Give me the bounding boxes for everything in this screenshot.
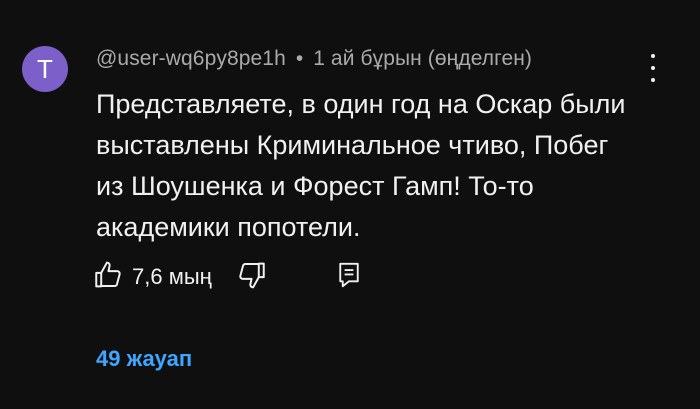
- like-count: 7,6 мың: [132, 264, 212, 289]
- avatar[interactable]: T: [22, 46, 68, 92]
- comment-time[interactable]: 1 ай бұрын (өңделген): [313, 47, 532, 70]
- comment-text-line: академики попотели.: [96, 212, 361, 242]
- reply-button[interactable]: [334, 258, 364, 292]
- thumbs-down-icon: [239, 262, 265, 289]
- view-replies-link[interactable]: 49 жауап: [96, 346, 192, 372]
- thumbs-up-icon: [95, 261, 121, 288]
- comment-thread: T @user-wq6py8pe1h • 1 ай бұрын (өңделге…: [0, 0, 700, 409]
- comment-text-line: выставлены Криминальное чтиво, Побег: [96, 130, 609, 160]
- comment-text: Представляете, в один год на Оскар были …: [96, 84, 636, 248]
- separator-dot: •: [295, 47, 304, 70]
- comment-icon: [339, 262, 359, 288]
- avatar-letter: T: [37, 53, 53, 84]
- dislike-button[interactable]: [234, 258, 268, 292]
- more-vertical-icon[interactable]: [641, 54, 665, 82]
- comment-text-line: Представляете, в один год на Оскар были: [96, 89, 626, 119]
- author-name[interactable]: @user-wq6py8pe1h: [96, 47, 286, 70]
- comment-text-line: из Шоушенка и Форест Гамп! То-то: [96, 171, 534, 201]
- comment-header: @user-wq6py8pe1h • 1 ай бұрын (өңделген): [96, 47, 532, 71]
- like-button[interactable]: 7,6 мың: [92, 258, 212, 292]
